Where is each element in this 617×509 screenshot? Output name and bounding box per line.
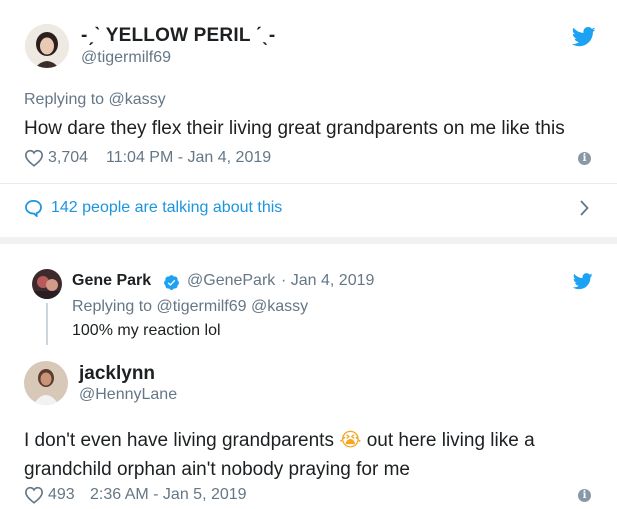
heart-icon[interactable]	[24, 486, 44, 504]
heart-icon[interactable]	[24, 149, 44, 167]
tweet-text: How dare they flex their living great gr…	[24, 118, 565, 139]
avatar-image	[25, 24, 69, 68]
avatar-image	[24, 361, 68, 405]
info-icon[interactable]: i	[578, 489, 591, 502]
chevron-right-icon[interactable]	[579, 200, 589, 216]
avatar-image	[32, 269, 62, 299]
handle[interactable]: @HennyLane	[79, 386, 177, 404]
tweet-text: 100% my reaction lol	[72, 322, 221, 339]
display-name-prefix: -ˏˋ	[81, 25, 101, 46]
section-divider	[0, 237, 617, 244]
info-icon[interactable]: i	[578, 152, 591, 165]
avatar-genepark[interactable]	[32, 269, 62, 299]
tweet-text-line-1: I don't even have living grandparents 😭 …	[24, 426, 535, 455]
display-name[interactable]: -ˏˋ YELLOW PERIL ˊˎ-	[81, 25, 275, 47]
thread-line	[46, 303, 48, 345]
twitter-bird-icon[interactable]	[573, 273, 593, 290]
avatar-hennylane[interactable]	[24, 361, 68, 405]
talking-link[interactable]: 142 people are talking about this	[51, 199, 282, 217]
display-name[interactable]: jacklynn	[79, 363, 155, 385]
timestamp[interactable]: 2:36 AM - Jan 5, 2019	[90, 486, 247, 504]
tweet-text-line-2: grandchild orphan ain't nobody praying f…	[24, 459, 410, 480]
display-name-text: YELLOW PERIL	[105, 25, 251, 46]
verified-badge-icon	[163, 274, 180, 291]
tweet-text-part: I don't even have living grandparents	[24, 430, 334, 451]
avatar-tigermilf69[interactable]	[25, 24, 69, 68]
divider	[0, 183, 617, 184]
handle[interactable]: @GenePark	[187, 272, 275, 290]
display-name-suffix: ˊˎ-	[255, 25, 276, 46]
crying-face-emoji-icon: 😭	[339, 429, 362, 451]
speech-bubble-icon[interactable]	[24, 199, 43, 217]
tweet-text: I don't even have living grandparents 😭 …	[24, 426, 535, 484]
like-count[interactable]: 3,704	[48, 149, 88, 167]
replying-to[interactable]: Replying to @tigermilf69 @kassy	[72, 298, 308, 316]
handle[interactable]: @tigermilf69	[81, 49, 171, 67]
display-name[interactable]: Gene Park	[72, 272, 151, 290]
twitter-bird-icon[interactable]	[572, 27, 596, 47]
like-count[interactable]: 493	[48, 486, 75, 504]
replying-to[interactable]: Replying to @kassy	[24, 91, 166, 109]
tweet-text-part: out here living like a	[366, 430, 535, 451]
tweet-date[interactable]: · Jan 4, 2019	[281, 272, 374, 290]
timestamp[interactable]: 11:04 PM - Jan 4, 2019	[106, 149, 271, 167]
